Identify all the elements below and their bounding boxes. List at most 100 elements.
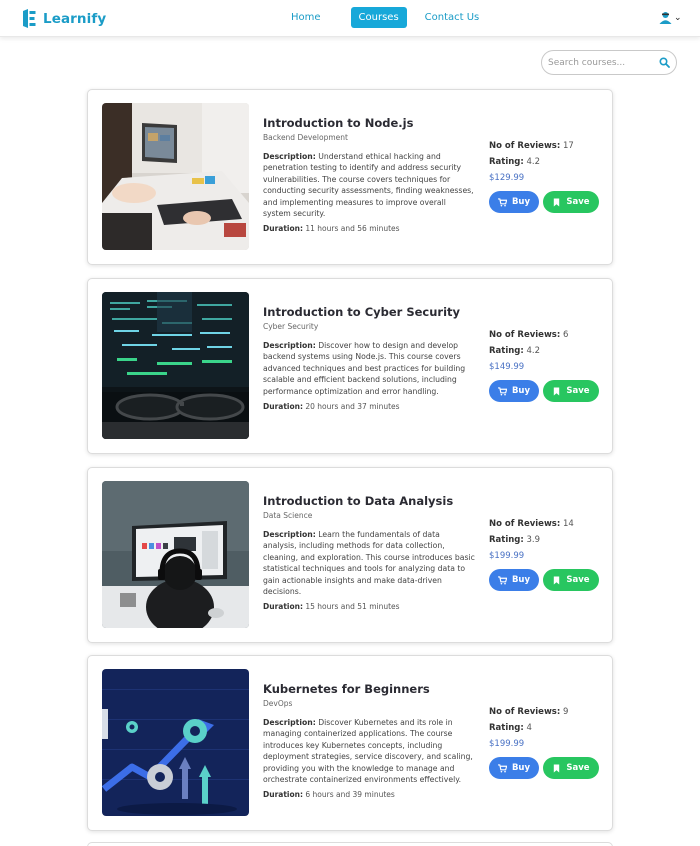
course-duration: Duration: 11 hours and 56 minutes (263, 223, 475, 234)
course-card: Introduction to Data Analysis Data Scien… (87, 467, 613, 643)
buy-button[interactable]: Buy (489, 569, 539, 591)
search-icon[interactable] (659, 57, 670, 68)
action-buttons: Buy Save (489, 757, 604, 779)
rating-label: Rating: (489, 157, 524, 167)
navbar: Learnify Home Courses Contact Us ⌄ (0, 0, 700, 37)
rating-row: Rating: 4 (489, 720, 604, 736)
reviews-label: No of Reviews: (489, 707, 561, 717)
description-label: Description: (263, 152, 316, 161)
user-avatar-icon (659, 12, 672, 24)
course-description: Description: Learn the fundamentals of d… (263, 529, 475, 597)
course-image (102, 103, 249, 250)
course-meta: No of Reviews: 9 Rating: 4 $199.99 Buy S… (489, 704, 604, 779)
rating-row: Rating: 4.2 (489, 343, 604, 359)
course-title[interactable]: Introduction to Data Analysis (263, 493, 475, 509)
course-title[interactable]: Kubernetes for Beginners (263, 681, 475, 697)
cart-icon (497, 575, 507, 584)
rating-row: Rating: 4.2 (489, 154, 604, 170)
course-price: $149.99 (489, 362, 525, 372)
nav-courses[interactable]: Courses (350, 7, 407, 28)
course-title[interactable]: Introduction to Node.js (263, 115, 475, 131)
cart-icon (497, 197, 507, 206)
rating-value: 4 (526, 723, 532, 733)
buy-button[interactable]: Buy (489, 191, 539, 213)
save-label: Save (566, 575, 590, 585)
reviews-value: 6 (562, 330, 569, 340)
chevron-down-icon: ⌄ (674, 12, 682, 23)
reviews-value: 17 (562, 141, 574, 151)
description-text: Understand ethical hacking and penetrati… (263, 152, 474, 219)
logo-icon (23, 9, 36, 28)
reviews-label: No of Reviews: (489, 141, 561, 151)
description-label: Description: (263, 530, 316, 539)
duration-value: 6 hours and 39 minutes (305, 790, 395, 800)
course-info: Introduction to Data Analysis Data Scien… (263, 493, 475, 612)
nav-contact[interactable]: Contact Us (417, 7, 488, 28)
course-image (102, 481, 249, 628)
buy-label: Buy (511, 575, 531, 585)
bookmark-icon (554, 386, 560, 396)
duration-value: 15 hours and 51 minutes (305, 602, 400, 612)
course-duration: Duration: 6 hours and 39 minutes (263, 789, 475, 800)
course-card: Kubernetes for Beginners DevOps Descript… (87, 655, 613, 831)
buy-button[interactable]: Buy (489, 380, 539, 402)
duration-value: 11 hours and 56 minutes (305, 224, 400, 234)
description-label: Description: (263, 718, 316, 727)
course-description: Description: Discover Kubernetes and its… (263, 717, 475, 785)
search-input[interactable] (548, 55, 656, 71)
save-button[interactable]: Save (543, 380, 599, 402)
course-card: Introduction to Cyber Security Cyber Sec… (87, 278, 613, 454)
bookmark-icon (554, 575, 560, 585)
buy-label: Buy (511, 763, 531, 773)
reviews-row: No of Reviews: 14 (489, 516, 604, 532)
duration-label: Duration: (263, 790, 303, 800)
bookmark-icon (554, 197, 560, 207)
reviews-row: No of Reviews: 9 (489, 704, 604, 720)
brand-name: Learnify (43, 10, 107, 27)
nav-home[interactable]: Home (283, 7, 329, 28)
rating-label: Rating: (489, 723, 524, 733)
course-image (102, 669, 249, 816)
reviews-label: No of Reviews: (489, 330, 561, 340)
description-label: Description: (263, 341, 316, 350)
description-text: Discover Kubernetes and its role in mana… (263, 718, 473, 785)
course-info: Kubernetes for Beginners DevOps Descript… (263, 681, 475, 800)
action-buttons: Buy Save (489, 191, 604, 213)
rating-value: 3.9 (526, 535, 541, 545)
main-nav: Home Courses Contact Us (283, 7, 487, 28)
user-menu-toggle[interactable]: ⌄ (659, 11, 682, 24)
save-button[interactable]: Save (543, 757, 599, 779)
reviews-row: No of Reviews: 17 (489, 138, 604, 154)
reviews-row: No of Reviews: 6 (489, 327, 604, 343)
course-card: Introduction to Node.js Backend Developm… (87, 89, 613, 265)
course-price: $129.99 (489, 173, 525, 183)
duration-label: Duration: (263, 402, 303, 412)
course-card-next (87, 842, 613, 846)
course-duration: Duration: 20 hours and 37 minutes (263, 401, 475, 412)
course-meta: No of Reviews: 14 Rating: 3.9 $199.99 Bu… (489, 516, 604, 591)
brand-logo-link[interactable]: Learnify (22, 8, 106, 29)
cart-icon (497, 763, 507, 772)
course-info: Introduction to Cyber Security Cyber Sec… (263, 304, 475, 412)
save-label: Save (566, 763, 590, 773)
action-buttons: Buy Save (489, 569, 604, 591)
reviews-value: 14 (562, 519, 574, 529)
course-title[interactable]: Introduction to Cyber Security (263, 304, 475, 320)
bookmark-icon (554, 763, 560, 773)
duration-value: 20 hours and 37 minutes (305, 402, 400, 412)
description-text: Learn the fundamentals of data analysis,… (263, 530, 475, 597)
buy-button[interactable]: Buy (489, 757, 539, 779)
duration-label: Duration: (263, 602, 303, 612)
buy-label: Buy (511, 197, 531, 207)
course-category: Data Science (263, 511, 313, 520)
buy-label: Buy (511, 386, 531, 396)
rating-value: 4.2 (526, 157, 541, 167)
rating-label: Rating: (489, 346, 524, 356)
save-button[interactable]: Save (543, 191, 599, 213)
course-category: DevOps (263, 699, 293, 708)
action-buttons: Buy Save (489, 380, 604, 402)
cart-icon (497, 386, 507, 395)
save-button[interactable]: Save (543, 569, 599, 591)
rating-value: 4.2 (526, 346, 541, 356)
search-box (541, 50, 677, 75)
